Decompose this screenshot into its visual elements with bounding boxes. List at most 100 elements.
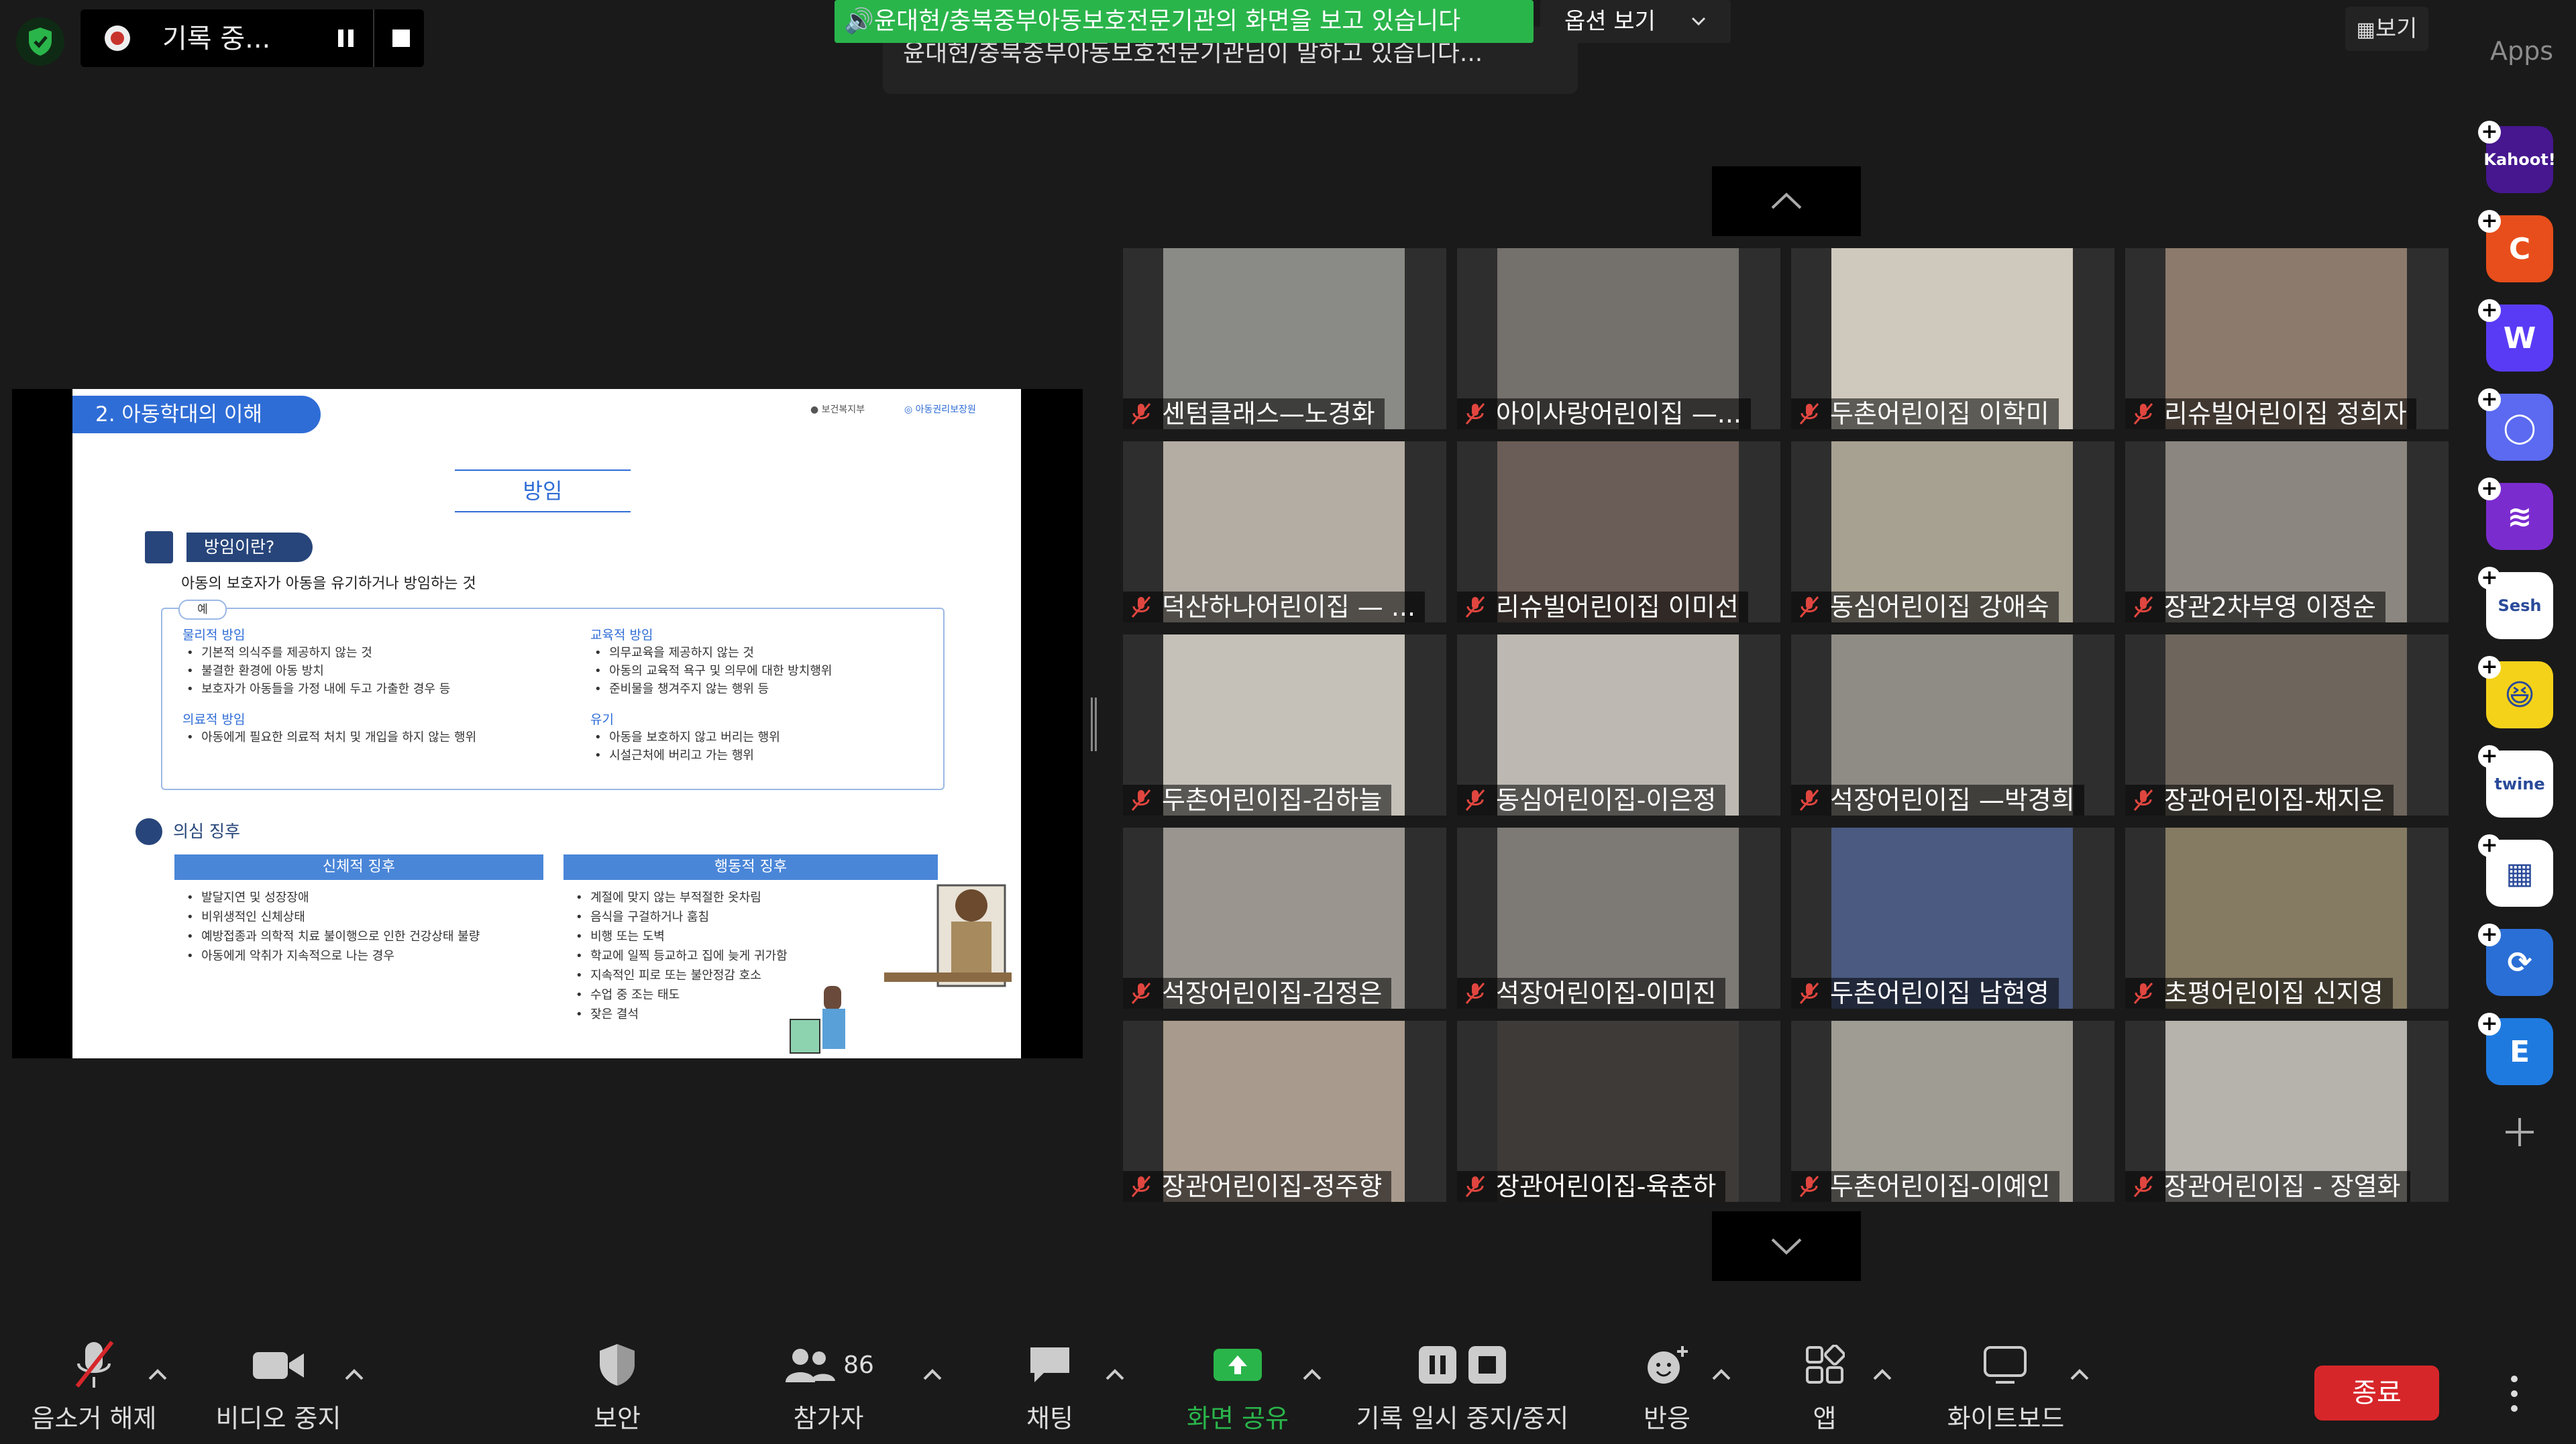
participants-icon <box>786 1349 836 1382</box>
video-tile[interactable]: 두촌어린이집 이학미 <box>1791 248 2114 429</box>
participant-name: 두촌어린이집-이예인 <box>1791 1171 2060 1202</box>
unmute-button[interactable]: 음소거 해제 <box>20 1335 168 1442</box>
split-view-divider-handle[interactable] <box>1089 698 1097 751</box>
example-tag: 예 <box>178 600 227 620</box>
participants-options-caret-icon[interactable] <box>919 1362 946 1388</box>
add-app-plus-icon[interactable]: + <box>2478 834 2501 857</box>
pause-stop-recording-button[interactable]: 기록 일시 중지/중지 <box>1348 1335 1576 1442</box>
add-app-plus-icon[interactable]: + <box>2478 299 2501 322</box>
list-item: • 계절에 맞지 않는 부적절한 옷차림 <box>576 891 761 905</box>
reactions-options-caret-icon[interactable] <box>1708 1362 1735 1388</box>
signs-icon <box>136 818 162 845</box>
definition-text: 아동의 보호자가 아동을 유기하거나 방임하는 것 <box>181 575 476 592</box>
physical-signs-list: • 발달지연 및 성장장애 • 비위생적인 신체상태 • 예방접종과 의학적 치… <box>186 888 480 966</box>
mic-muted-icon <box>2133 596 2153 618</box>
video-camera-icon <box>252 1335 305 1395</box>
shared-screen: 2. 아동학대의 이해 ● 보건복지부 ◎ 아동권리보장원 방임 방임이란? 아… <box>12 389 1083 1058</box>
list-item: • 지속적인 피로 또는 불안정감 호소 <box>576 968 761 983</box>
participant-name: 장관2차부영 이정순 <box>2125 592 2385 622</box>
abandonment-list: • 아동을 보호하지 않고 버리는 행위 • 시설근처에 버리고 가는 행위 <box>594 728 780 765</box>
video-tile[interactable]: 석장어린이집 —박경희 <box>1791 634 2114 816</box>
stop-recording-button[interactable] <box>373 9 428 67</box>
video-tile[interactable]: 석장어린이집-이미진 <box>1457 828 1780 1009</box>
pause-recording-button[interactable] <box>319 9 373 67</box>
gallery-next-page-button[interactable] <box>1712 1211 1861 1281</box>
video-tile[interactable]: 장관어린이집-채지은 <box>2125 634 2449 816</box>
add-app-plus-icon[interactable]: + <box>2478 121 2501 144</box>
list-item: • 아동의 교육적 욕구 및 의무에 대한 방치행위 <box>594 664 833 678</box>
audio-options-caret-icon[interactable] <box>144 1362 171 1388</box>
participants-button[interactable]: 86 참가자 <box>771 1335 885 1442</box>
mic-muted-icon <box>1465 983 1485 1004</box>
video-tile[interactable]: 장관2차부영 이정순 <box>2125 441 2449 622</box>
add-app-button[interactable] <box>2487 1100 2552 1164</box>
view-layout-button[interactable]: ▦보기 <box>2345 7 2428 51</box>
gallery-prev-page-button[interactable] <box>1712 166 1861 236</box>
video-tile[interactable]: 리슈빌어린이집 이미선 <box>1457 441 1780 622</box>
mic-muted-icon <box>1799 789 1819 811</box>
physical-neglect-title: 물리적 방임 <box>182 628 246 643</box>
security-shield-icon[interactable] <box>16 17 64 66</box>
video-tile[interactable]: 센텀클래스—노경화 <box>1123 248 1446 429</box>
share-screen-button[interactable]: 화면 공유 <box>1171 1335 1305 1442</box>
mic-muted-icon <box>1131 403 1151 425</box>
list-item: • 준비물을 챙겨주지 않는 행위 등 <box>594 682 769 696</box>
chat-button[interactable]: 채팅 <box>1000 1335 1100 1442</box>
mic-muted-icon <box>1131 789 1151 811</box>
video-tile[interactable]: 장관어린이집 - 장열화 <box>2125 1021 2449 1202</box>
video-tile[interactable]: 초평어린이집 신지영 <box>2125 828 2449 1009</box>
participant-name: 장관어린이집-정주향 <box>1123 1171 1392 1202</box>
whiteboard-options-caret-icon[interactable] <box>2066 1362 2093 1388</box>
mic-muted-icon <box>1465 1176 1485 1197</box>
video-tile[interactable]: 리슈빌어린이집 정희자 <box>2125 248 2449 429</box>
chat-options-caret-icon[interactable] <box>1102 1362 1128 1388</box>
add-app-plus-icon[interactable]: + <box>2478 1013 2501 1036</box>
stop-video-button[interactable]: 비디오 중지 <box>201 1335 356 1442</box>
video-tile[interactable]: 두촌어린이집-이예인 <box>1791 1021 2114 1202</box>
chat-bubble-icon <box>1026 1335 1073 1395</box>
add-app-plus-icon[interactable]: + <box>2478 745 2501 768</box>
video-tile[interactable]: 석장어린이집-김정은 <box>1123 828 1446 1009</box>
medical-neglect-list: • 아동에게 필요한 의료적 처치 및 개입을 하지 않는 행위 <box>186 728 476 746</box>
apps-options-caret-icon[interactable] <box>1869 1362 1896 1388</box>
whiteboard-label: 화이트보드 <box>1947 1404 2065 1433</box>
share-options-caret-icon[interactable] <box>1299 1362 1326 1388</box>
more-options-icon[interactable] <box>2508 1374 2521 1414</box>
add-app-plus-icon[interactable]: + <box>2478 210 2501 233</box>
apps-panel-title: Apps <box>2490 36 2554 66</box>
video-tile[interactable]: 두촌어린이집-김하늘 <box>1123 634 1446 816</box>
chat-label: 채팅 <box>1026 1404 1073 1433</box>
participant-name: 초평어린이집 신지영 <box>2125 978 2393 1009</box>
record-controls-icon <box>1417 1335 1507 1395</box>
whiteboard-button[interactable]: 화이트보드 <box>1932 1335 2080 1442</box>
end-meeting-button[interactable]: 종료 <box>2314 1366 2439 1421</box>
participant-name: 두촌어린이집 이학미 <box>1791 398 2059 429</box>
reactions-button[interactable]: 반응 <box>1617 1335 1717 1442</box>
add-app-plus-icon[interactable]: + <box>2478 567 2501 590</box>
video-tile[interactable]: 덕산하나어린이집 — ... <box>1123 441 1446 622</box>
mic-muted-icon <box>1799 596 1819 618</box>
add-app-plus-icon[interactable]: + <box>2478 478 2501 500</box>
video-tile[interactable]: 장관어린이집-정주향 <box>1123 1021 1446 1202</box>
add-app-plus-icon[interactable]: + <box>2478 388 2501 411</box>
participant-name: 석장어린이집 —박경희 <box>1791 785 2084 816</box>
video-tile[interactable]: 장관어린이집-육춘하 <box>1457 1021 1780 1202</box>
video-tile[interactable]: 두촌어린이집 남현영 <box>1791 828 2114 1009</box>
mic-muted-icon <box>2133 789 2153 811</box>
mic-muted-icon <box>2133 1176 2153 1197</box>
mic-muted-icon <box>1131 1176 1151 1197</box>
video-options-caret-icon[interactable] <box>341 1362 368 1388</box>
view-options-button[interactable]: 옵션 보기 <box>1540 0 1731 43</box>
video-tile[interactable]: 동심어린이집 강애숙 <box>1791 441 2114 622</box>
apps-button[interactable]: 앱 <box>1778 1335 1872 1442</box>
mic-muted-icon <box>1799 1176 1819 1197</box>
participant-name: 동심어린이집 강애숙 <box>1791 592 2059 622</box>
security-button[interactable]: 보안 <box>564 1335 671 1442</box>
video-tile[interactable]: 아이사랑어린이집 —... <box>1457 248 1780 429</box>
video-tile[interactable]: 동심어린이집-이은정 <box>1457 634 1780 816</box>
add-app-plus-icon[interactable]: + <box>2478 924 2501 946</box>
behavior-signs-list: • 계절에 맞지 않는 부적절한 옷차림 • 음식을 구걸하거나 훔침 • 비행… <box>576 888 788 1024</box>
add-app-plus-icon[interactable]: + <box>2478 656 2501 679</box>
participant-name: 동심어린이집-이은정 <box>1457 785 1726 816</box>
participant-name: 두촌어린이집 남현영 <box>1791 978 2059 1009</box>
